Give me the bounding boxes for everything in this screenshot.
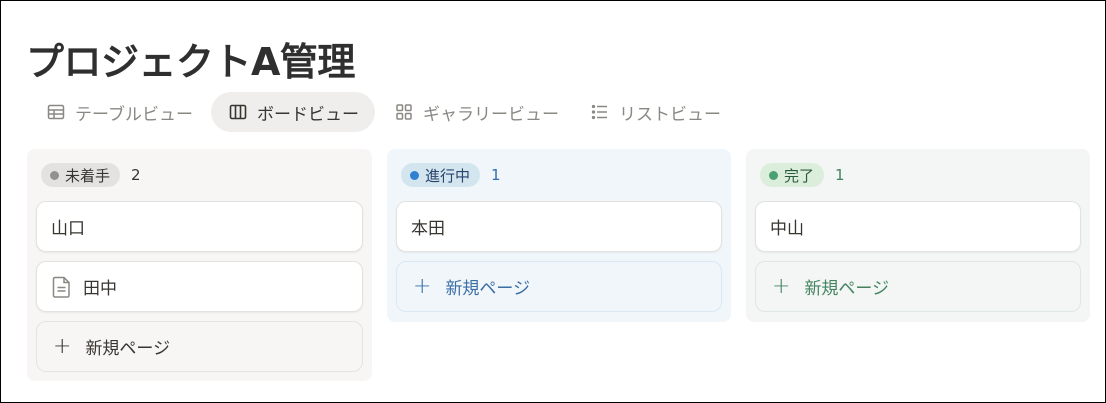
board-card[interactable]: 中山 [755,201,1081,252]
gallery-icon [393,101,415,123]
column-header: 未着手 2 [36,149,363,201]
card-title: 本田 [411,219,445,239]
new-page-label: 新規ページ [85,339,171,359]
board-card[interactable]: 田中 [36,261,363,312]
column-header: 進行中 1 [396,149,722,201]
tab-list-view[interactable]: リストビュー [577,92,733,132]
page-title: プロジェクトA管理 [26,40,355,84]
status-pill[interactable]: 進行中 [401,163,481,187]
plus-icon: + [772,273,791,299]
card-count: 1 [835,166,845,184]
board-column-in-progress: 進行中 1 本田 + 新規ページ [387,149,731,322]
status-label: 未着手 [65,166,111,185]
plus-icon: + [53,333,72,359]
status-pill[interactable]: 完了 [760,163,825,187]
page-frame: プロジェクトA管理 テーブルビュー ボードビュー ギャラリービュー リストビュー… [0,0,1106,403]
status-label: 進行中 [425,166,471,185]
tab-label: リストビュー [618,104,721,125]
board-card[interactable]: 本田 [396,201,722,252]
new-page-button[interactable]: + 新規ページ [396,261,722,312]
tab-label: ギャラリービュー [422,104,559,125]
card-title: 田中 [83,279,117,299]
status-dot-icon [769,170,778,180]
tab-label: ボードビュー [256,104,359,125]
column-header: 完了 1 [755,149,1081,201]
card-title: 山口 [51,219,85,239]
board-column-done: 完了 1 中山 + 新規ページ [746,149,1090,322]
list-icon [589,101,611,123]
board-column-todo: 未着手 2 山口 田中 + 新規ページ [27,149,372,381]
view-tabs: テーブルビュー ボードビュー ギャラリービュー リストビュー [33,92,739,132]
board-card[interactable]: 山口 [36,201,363,252]
tab-board-view[interactable]: ボードビュー [210,92,375,132]
new-page-button[interactable]: + 新規ページ [755,261,1081,312]
status-label: 完了 [784,166,815,185]
tab-gallery-view[interactable]: ギャラリービュー [381,92,571,132]
status-pill[interactable]: 未着手 [41,163,121,187]
tab-label: テーブルビュー [75,104,193,125]
card-count: 2 [131,166,141,184]
new-page-button[interactable]: + 新規ページ [36,321,363,372]
card-title: 中山 [770,219,804,239]
card-count: 1 [491,166,501,184]
new-page-label: 新規ページ [804,279,890,299]
status-dot-icon [50,170,59,180]
tab-table-view[interactable]: テーブルビュー [33,92,205,132]
status-dot-icon [410,170,419,180]
plus-icon: + [413,273,432,299]
document-icon [51,275,73,299]
table-icon [45,101,67,123]
new-page-label: 新規ページ [445,279,531,299]
board-icon [227,101,249,123]
